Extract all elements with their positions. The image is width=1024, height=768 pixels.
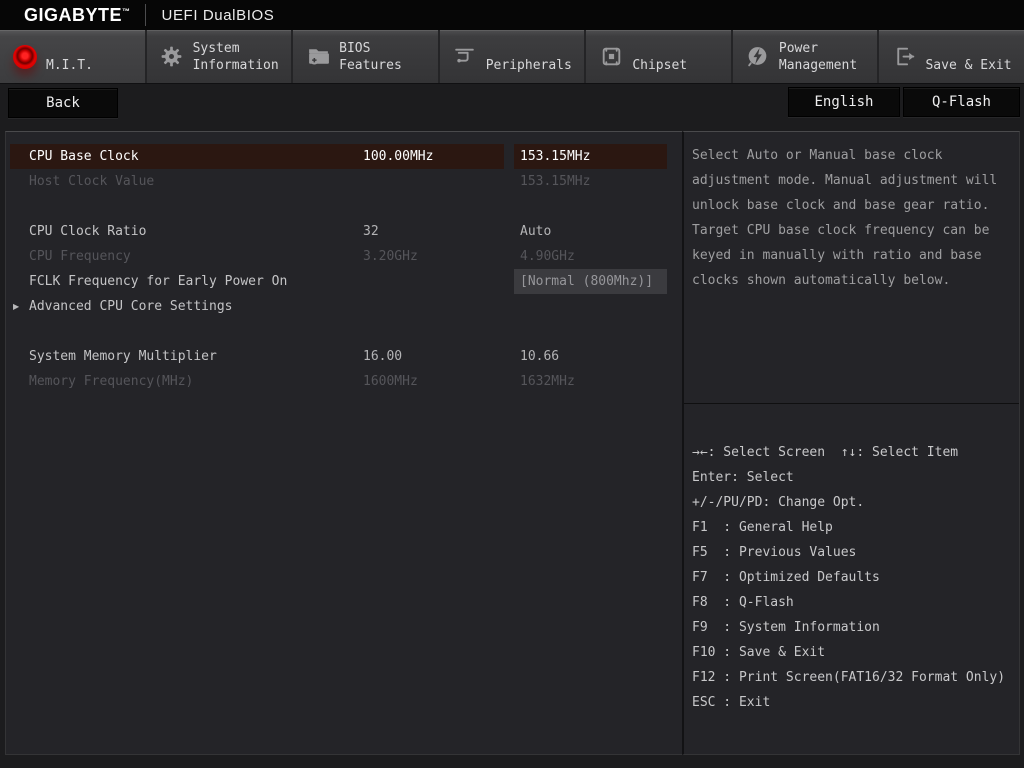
setting-default-value: 32 [363,219,379,244]
setting-row-cpu-frequency: CPU Frequency 3.20GHz 4.90GHz [6,244,682,269]
setting-row-fclk-frequency[interactable]: FCLK Frequency for Early Power On [Norma… [6,269,682,294]
help-text: Select Auto or Manual base clock adjustm… [684,132,1019,404]
hotkey-line: Enter: Select [692,465,1011,490]
setting-row-cpu-clock-ratio[interactable]: CPU Clock Ratio 32 Auto [6,219,682,244]
hotkey-line: →←: Select Screen ↑↓: Select Item [692,440,1011,465]
help-line: clocks shown automatically below. [692,268,1011,293]
mit-red-dot-icon [12,44,38,70]
setting-default-value: 16.00 [363,344,402,369]
help-line: Target CPU base clock frequency can be [692,218,1011,243]
tab-label: Save & Exit [925,40,1011,74]
tab-label: Chipset [632,40,687,74]
setting-row-memory-frequency: Memory Frequency(MHz) 1600MHz 1632MHz [6,369,682,394]
qflash-button[interactable]: Q-Flash [903,87,1020,117]
power-bolt-icon [745,44,771,70]
row-spacer [6,194,682,219]
gear-icon [159,44,185,70]
settings-panel: CPU Base Clock 100.00MHz 153.15MHz Host … [5,131,682,755]
setting-row-cpu-base-clock[interactable]: CPU Base Clock 100.00MHz 153.15MHz [6,144,682,169]
hotkey-line: F12 : Print Screen(FAT16/32 Format Only) [692,665,1011,690]
setting-current-value: 1632MHz [514,369,667,394]
setting-default-value: 1600MHz [363,369,418,394]
tab-bar: M.I.T. SystemInformation [0,30,1024,84]
help-panel: Select Auto or Manual base clock adjustm… [682,131,1020,755]
help-line: unlock base clock and base gear ratio. [692,193,1011,218]
hotkey-line: F5 : Previous Values [692,540,1011,565]
help-line: adjustment mode. Manual adjustment will [692,168,1011,193]
setting-label: CPU Base Clock [29,149,139,164]
folder-plus-icon [305,44,331,70]
chipset-icon [598,44,624,70]
setting-default-value: 100.00MHz [363,144,433,169]
setting-label: System Memory Multiplier [29,349,217,364]
hotkey-line: +/-/PU/PD: Change Opt. [692,490,1011,515]
setting-label: CPU Frequency [29,249,131,264]
help-line: Select Auto or Manual base clock [692,143,1011,168]
tab-peripherals[interactable]: Peripherals [440,30,587,83]
top-bar: GIGABYTE™ UEFI DualBIOS [0,0,1024,30]
setting-current-value [514,294,667,319]
setting-label: Host Clock Value [29,174,154,189]
setting-current-value: 4.90GHz [514,244,667,269]
setting-label: Memory Frequency(MHz) [29,374,193,389]
exit-door-icon [891,44,917,70]
setting-row-advanced-cpu-core-settings[interactable]: ▶ Advanced CPU Core Settings [6,294,682,319]
submenu-arrow-icon: ▶ [13,294,19,319]
hotkey-line: F8 : Q-Flash [692,590,1011,615]
language-button[interactable]: English [788,87,900,117]
tab-mit[interactable]: M.I.T. [0,30,147,83]
hotkey-line: F9 : System Information [692,615,1011,640]
setting-current-value: Auto [514,219,667,244]
setting-row-system-memory-multiplier[interactable]: System Memory Multiplier 16.00 10.66 [6,344,682,369]
setting-value-box[interactable]: [Normal (800Mhz)] [514,269,667,294]
tab-system-information[interactable]: SystemInformation [147,30,294,83]
setting-current-value: 10.66 [514,344,667,369]
gigabyte-logo: GIGABYTE™ [24,5,131,26]
hotkey-line: F7 : Optimized Defaults [692,565,1011,590]
hotkey-line: ESC : Exit [692,690,1011,715]
row-spacer [6,319,682,344]
tab-label: BIOSFeatures [339,40,402,74]
tab-label: M.I.T. [46,40,93,74]
setting-label: Advanced CPU Core Settings [29,299,233,314]
hotkey-legend: →←: Select Screen ↑↓: Select Item Enter:… [684,404,1019,715]
tab-label: PowerManagement [779,40,857,74]
setting-current-value: 153.15MHz [514,169,667,194]
setting-label: FCLK Frequency for Early Power On [29,274,287,289]
hotkey-line: F1 : General Help [692,515,1011,540]
setting-row-host-clock-value: Host Clock Value 153.15MHz [6,169,682,194]
help-line: keyed in manually with ratio and base [692,243,1011,268]
tab-power-management[interactable]: PowerManagement [733,30,880,83]
tab-label: Peripherals [486,40,572,74]
bios-title: UEFI DualBIOS [162,7,275,24]
setting-label: CPU Clock Ratio [29,224,146,239]
tab-bios-features[interactable]: BIOSFeatures [293,30,440,83]
tab-save-exit[interactable]: Save & Exit [879,30,1024,83]
setting-default-value: 3.20GHz [363,244,418,269]
tab-chipset[interactable]: Chipset [586,30,733,83]
setting-current-value: 153.15MHz [514,144,667,169]
topbar-divider [145,4,146,26]
hotkey-line: F10 : Save & Exit [692,640,1011,665]
peripherals-icon [452,44,478,70]
tab-label: SystemInformation [193,40,279,74]
back-button[interactable]: Back [8,88,118,118]
